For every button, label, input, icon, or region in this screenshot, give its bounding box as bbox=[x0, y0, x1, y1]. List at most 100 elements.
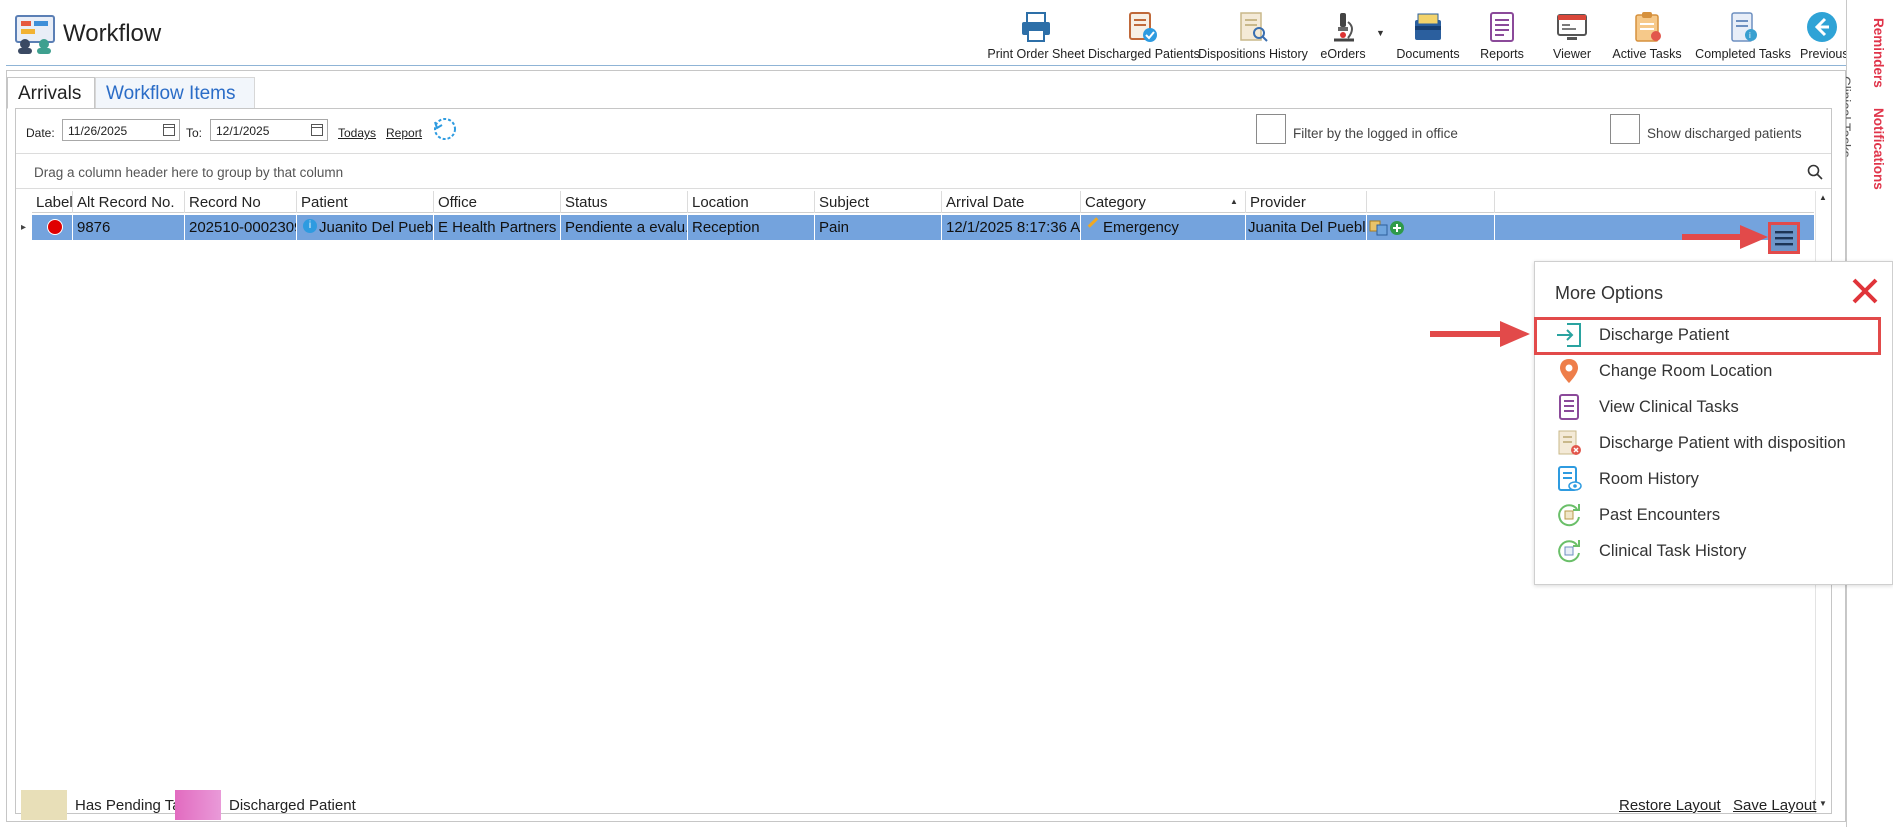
scroll-up-icon[interactable]: ▲ bbox=[1819, 193, 1827, 202]
date-from-field[interactable]: 11/26/2025 bbox=[62, 119, 180, 141]
menu-item-label: Room History bbox=[1599, 470, 1699, 488]
toolbar-label: Dispositions History bbox=[1198, 47, 1308, 61]
info-icon[interactable]: i bbox=[303, 219, 317, 233]
calendar-icon[interactable] bbox=[311, 124, 323, 136]
annotation-arrow-icon bbox=[1430, 321, 1530, 347]
column-header-alt-record[interactable]: Alt Record No. bbox=[73, 191, 185, 213]
menu-item-past-encounters[interactable]: Past Encounters bbox=[1535, 497, 1893, 533]
to-label: To: bbox=[186, 126, 203, 140]
filter-office-checkbox[interactable] bbox=[1256, 114, 1286, 144]
close-icon[interactable] bbox=[1850, 276, 1880, 306]
toolbar-label: Viewer bbox=[1553, 47, 1591, 61]
column-header-location[interactable]: Location bbox=[688, 191, 815, 213]
legend-bar: Has Pending Tasks Discharged Patient Res… bbox=[13, 789, 1833, 820]
page-title: Workflow bbox=[63, 20, 162, 47]
table-row[interactable]: 9876 202510-0002309 i Juanito Del Pueblo… bbox=[32, 215, 1814, 240]
filter-office-label: Filter by the logged in office bbox=[1293, 126, 1458, 141]
discharged-patient-swatch bbox=[175, 790, 221, 820]
status-cell: Pendiente a evalu... bbox=[561, 215, 688, 240]
reports-button[interactable]: Reports bbox=[1472, 8, 1532, 64]
documents-icon bbox=[1415, 13, 1441, 40]
calendar-icon[interactable] bbox=[163, 124, 175, 136]
patient-cell[interactable]: i Juanito Del Pueblo bbox=[297, 215, 434, 240]
column-header-category[interactable]: Category bbox=[1081, 191, 1246, 213]
clinical-task-history-icon bbox=[1558, 540, 1580, 563]
menu-item-label: Discharge Patient with disposition bbox=[1599, 434, 1846, 452]
save-layout-link[interactable]: Save Layout bbox=[1733, 797, 1816, 814]
row-indicator-icon: ▸ bbox=[21, 222, 27, 233]
previous-button[interactable]: Previous bbox=[1800, 8, 1849, 64]
popup-title: More Options bbox=[1555, 283, 1664, 303]
group-by-panel[interactable]: Drag a column header here to group by th… bbox=[16, 153, 1831, 189]
show-discharged-checkbox[interactable] bbox=[1610, 114, 1640, 144]
location-pin-icon bbox=[1560, 359, 1578, 383]
viewer-button[interactable]: Viewer bbox=[1542, 8, 1602, 64]
menu-item-change-room-location[interactable]: Change Room Location bbox=[1535, 353, 1893, 389]
dispositions-history-button[interactable]: Dispositions History bbox=[1198, 8, 1308, 64]
menu-item-label: Past Encounters bbox=[1599, 506, 1721, 524]
room-history-icon bbox=[1558, 466, 1582, 491]
discharged-patients-button[interactable]: Discharged Patients bbox=[1088, 8, 1200, 64]
refresh-icon[interactable] bbox=[432, 116, 458, 142]
date-to-value: 12/1/2025 bbox=[216, 124, 270, 138]
legend-label: Discharged Patient bbox=[229, 797, 356, 814]
column-header-label[interactable]: Label bbox=[32, 191, 73, 213]
provider-cell: Juanita Del Pueblo bbox=[1246, 215, 1367, 240]
discharged-patients-icon bbox=[1129, 12, 1157, 42]
column-header-record-no[interactable]: Record No bbox=[185, 191, 297, 213]
active-tasks-button[interactable]: Active Tasks bbox=[1606, 8, 1688, 64]
tab-arrivals[interactable]: Arrivals bbox=[7, 77, 95, 109]
date-from-value: 11/26/2025 bbox=[68, 124, 128, 138]
documents-icon[interactable] bbox=[1369, 219, 1389, 237]
todays-link[interactable]: Todays bbox=[338, 126, 376, 140]
menu-item-discharge-with-disposition[interactable]: Discharge Patient with disposition bbox=[1535, 425, 1893, 461]
menu-item-room-history[interactable]: Room History bbox=[1535, 461, 1893, 497]
column-header-provider[interactable]: Provider bbox=[1246, 191, 1367, 213]
hamburger-menu-icon bbox=[1775, 231, 1793, 246]
menu-item-label: View Clinical Tasks bbox=[1599, 398, 1739, 416]
eorders-button[interactable]: eOrders bbox=[1312, 8, 1374, 64]
toolbar-label: Completed Tasks bbox=[1695, 47, 1791, 61]
record-no-cell: 202510-0002309 bbox=[185, 215, 297, 240]
date-to-field[interactable]: 12/1/2025 bbox=[210, 119, 328, 141]
patient-name: Juanito Del Pueblo bbox=[319, 219, 434, 236]
restore-layout-link[interactable]: Restore Layout bbox=[1619, 797, 1721, 814]
notifications-tab[interactable]: Notifications bbox=[1871, 108, 1886, 190]
title-bar: Workflow Print Order Sheet Discharged Pa… bbox=[6, 4, 1849, 66]
column-header-arrival-date[interactable]: Arrival Date bbox=[942, 191, 1081, 213]
pending-tasks-swatch bbox=[21, 790, 67, 820]
column-header-patient[interactable]: Patient bbox=[297, 191, 434, 213]
location-cell: Reception bbox=[688, 215, 815, 240]
menu-item-view-clinical-tasks[interactable]: View Clinical Tasks bbox=[1535, 389, 1893, 425]
grid-header: Label Alt Record No. Record No Patient O… bbox=[32, 191, 1814, 213]
menu-item-clinical-task-history[interactable]: Clinical Task History bbox=[1535, 533, 1893, 569]
toolbar-label: Reports bbox=[1480, 47, 1524, 61]
svg-text:i: i bbox=[1749, 31, 1751, 40]
arrival-date-cell: 12/1/2025 8:17:36 AM bbox=[942, 215, 1081, 240]
label-dot-icon bbox=[47, 219, 63, 235]
completed-tasks-button[interactable]: i Completed Tasks bbox=[1690, 8, 1796, 64]
reminders-tab[interactable]: Reminders bbox=[1871, 18, 1886, 88]
workflow-logo-icon bbox=[15, 15, 55, 54]
toolbar-label: Previous bbox=[1800, 47, 1849, 61]
search-icon[interactable] bbox=[1807, 164, 1823, 180]
actions-cell bbox=[1367, 215, 1495, 240]
column-header-status[interactable]: Status bbox=[561, 191, 688, 213]
filter-row: Date: 11/26/2025 To: 12/1/2025 Todays Re… bbox=[26, 114, 1826, 144]
active-tasks-icon bbox=[1635, 12, 1661, 42]
column-header-subject[interactable]: Subject bbox=[815, 191, 942, 213]
tab-workflow-items[interactable]: Workflow Items bbox=[95, 77, 255, 109]
column-header-office[interactable]: Office bbox=[434, 191, 561, 213]
report-link[interactable]: Report bbox=[386, 126, 422, 140]
add-circle-icon[interactable] bbox=[1389, 220, 1405, 236]
print-order-sheet-button[interactable]: Print Order Sheet bbox=[986, 8, 1086, 64]
date-label: Date: bbox=[26, 126, 55, 140]
category-cell: Emergency bbox=[1081, 215, 1246, 240]
toolbar-label: Discharged Patients bbox=[1088, 47, 1200, 61]
documents-button[interactable]: Documents bbox=[1390, 8, 1466, 64]
dispositions-history-icon bbox=[1240, 12, 1268, 42]
tab-strip: Arrivals Workflow Items bbox=[7, 71, 1845, 109]
more-options-button[interactable] bbox=[1768, 222, 1800, 254]
eorders-dropdown-icon[interactable]: ▼ bbox=[1376, 28, 1385, 38]
category-value: Emergency bbox=[1103, 219, 1179, 236]
